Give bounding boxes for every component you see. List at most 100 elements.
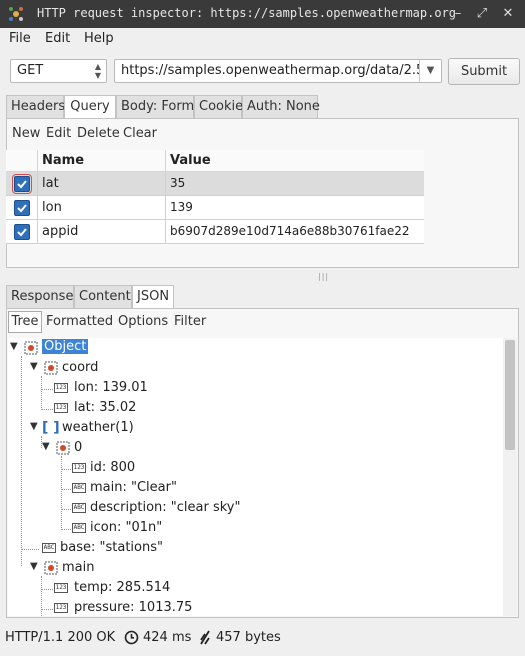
cell-divider — [165, 196, 166, 220]
menu-help[interactable]: Help — [84, 31, 114, 46]
response-tabs: Response Content JSON — [6, 285, 186, 309]
spin-arrows-icon: ▲ ▼ — [94, 62, 101, 80]
tree-guide — [41, 389, 53, 390]
clear-params-button[interactable]: Clear — [123, 126, 157, 141]
tab-body-form[interactable]: Body: Form — [116, 95, 194, 118]
tab-json[interactable]: JSON — [132, 285, 174, 309]
tree-node-label: 0 — [74, 440, 83, 455]
tree-node-label: main — [62, 560, 95, 575]
query-table-header: Name Value — [6, 150, 424, 172]
number-icon: 123 — [72, 463, 86, 473]
delete-param-button[interactable]: Delete — [77, 126, 120, 141]
tab-content[interactable]: Content — [74, 285, 132, 308]
menu-bar: File Edit Help — [0, 28, 525, 50]
restore-button[interactable]: ⤢ — [473, 5, 491, 23]
tab-tree[interactable]: Tree — [8, 311, 42, 333]
tree-guide — [41, 409, 53, 410]
checkmark-icon — [17, 228, 27, 237]
param-name[interactable]: appid — [42, 224, 78, 239]
table-row[interactable]: lon 139 — [6, 196, 424, 220]
tree-node-label: pressure: 1013.75 — [74, 600, 193, 615]
tree-guide — [41, 576, 42, 616]
collapse-arrow-icon[interactable]: ▼ — [42, 441, 50, 452]
tree-scrollbar[interactable] — [503, 338, 517, 616]
param-name[interactable]: lon — [42, 200, 62, 215]
tree-guide — [21, 356, 22, 566]
row-enabled-checkbox[interactable] — [14, 200, 30, 216]
row-enabled-checkbox[interactable] — [12, 174, 32, 194]
status-protocol: HTTP/1.1 200 OK — [5, 630, 116, 645]
method-select[interactable]: GET ▲ ▼ — [10, 59, 107, 83]
string-icon: ABC — [42, 543, 56, 553]
cell-divider — [37, 196, 38, 220]
checkmark-icon — [17, 204, 27, 213]
tab-response[interactable]: Response — [6, 285, 74, 308]
size-icon — [200, 630, 210, 645]
status-time: 424 ms — [143, 630, 192, 645]
scrollbar-thumb[interactable] — [505, 340, 515, 450]
tree-guide — [61, 469, 71, 470]
tab-formatted[interactable]: Formatted — [46, 314, 113, 329]
submit-button[interactable]: Submit — [448, 58, 520, 85]
row-enabled-checkbox[interactable] — [14, 224, 30, 240]
url-history-dropdown-icon[interactable]: ▼ — [419, 60, 441, 82]
tab-cookie[interactable]: Cookie — [194, 95, 243, 118]
method-value: GET — [17, 63, 44, 78]
url-input[interactable]: https://samples.openweathermap.org/data/… — [114, 59, 442, 83]
collapse-arrow-icon[interactable]: ▼ — [30, 561, 38, 572]
splitter-handle[interactable]: ||| — [318, 272, 329, 281]
minimize-button[interactable]: – — [449, 5, 467, 23]
tree-node-label: id: 800 — [90, 460, 136, 475]
window-title: HTTP request inspector: https://samples.… — [37, 6, 455, 20]
column-name-header[interactable]: Name — [42, 153, 84, 168]
close-button[interactable]: ✕ — [499, 5, 517, 23]
param-name[interactable]: lat — [42, 176, 59, 191]
tab-headers[interactable]: Headers — [6, 95, 65, 118]
param-value[interactable]: 139 — [170, 200, 193, 214]
tab-auth[interactable]: Auth: None — [242, 95, 320, 118]
number-icon: 123 — [54, 583, 68, 593]
menu-edit[interactable]: Edit — [45, 31, 70, 46]
tab-filter[interactable]: Filter — [174, 314, 206, 329]
tree-node-label: weather(1) — [62, 420, 134, 435]
array-icon: [ ] — [42, 420, 60, 436]
json-tree[interactable]: ▼ Object ▼ coord 123 lon: 139.01 123 lat… — [8, 338, 503, 616]
tree-node-label: Object — [42, 339, 89, 354]
collapse-arrow-icon[interactable]: ▼ — [30, 361, 38, 372]
collapse-arrow-icon[interactable]: ▼ — [30, 421, 38, 432]
tree-node-label: temp: 285.514 — [74, 580, 171, 595]
object-icon — [44, 561, 58, 575]
collapse-arrow-icon[interactable]: ▼ — [10, 341, 18, 352]
tab-options[interactable]: Options — [118, 314, 168, 329]
edit-param-button[interactable]: Edit — [46, 126, 71, 141]
status-size: 457 bytes — [216, 630, 281, 645]
table-row[interactable]: lat 35 — [6, 172, 424, 196]
json-view-tabs: Tree Formatted Options Filter — [8, 311, 218, 333]
object-icon — [44, 361, 58, 375]
url-value: https://samples.openweathermap.org/data/… — [121, 63, 440, 78]
status-bar: HTTP/1.1 200 OK 424 ms 457 bytes — [0, 627, 525, 649]
clock-icon — [124, 630, 139, 645]
new-param-button[interactable]: New — [12, 126, 40, 141]
tree-guide — [41, 609, 53, 610]
tree-node-label: base: "stations" — [60, 540, 163, 555]
number-icon: 123 — [54, 403, 68, 413]
tree-guide — [41, 376, 42, 410]
param-value[interactable]: b6907d289e10d714a6e88b30761fae22 — [170, 224, 410, 238]
string-icon: ABC — [72, 523, 86, 533]
column-divider — [37, 150, 38, 172]
tree-guide — [41, 589, 53, 590]
menu-file[interactable]: File — [9, 31, 31, 46]
param-value[interactable]: 35 — [170, 176, 185, 190]
title-bar[interactable]: HTTP request inspector: https://samples.… — [0, 0, 525, 28]
table-row[interactable]: appid b6907d289e10d714a6e88b30761fae22 — [6, 220, 424, 244]
app-icon — [9, 7, 23, 21]
number-icon: 123 — [54, 603, 68, 613]
tree-node-label: main: "Clear" — [90, 480, 177, 495]
column-divider — [165, 150, 166, 172]
tree-guide — [21, 549, 39, 550]
tab-query[interactable]: Query — [64, 95, 116, 119]
column-value-header[interactable]: Value — [170, 153, 211, 168]
tree-guide — [61, 529, 71, 530]
tree-node-label: lat: 35.02 — [74, 400, 137, 415]
